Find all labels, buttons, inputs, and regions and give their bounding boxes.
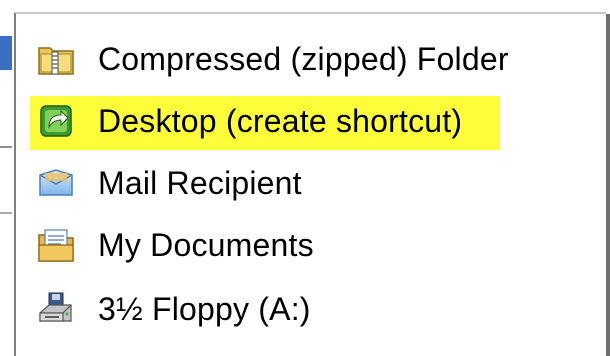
menu-item-label: Mail Recipient xyxy=(98,164,302,201)
menu-item-label: 3½ Floppy (A:) xyxy=(98,290,311,327)
my-documents-icon xyxy=(36,225,76,265)
zip-folder-icon xyxy=(36,39,76,79)
send-to-menu: Compressed (zipped) Folder Desktop (crea… xyxy=(14,12,610,356)
background-window xyxy=(0,0,14,356)
menu-item-compressed-folder[interactable]: Compressed (zipped) Folder xyxy=(36,30,509,88)
background-selection xyxy=(0,36,12,70)
background-divider xyxy=(0,146,12,148)
background-divider xyxy=(0,212,12,214)
screen: Compressed (zipped) Folder Desktop (crea… xyxy=(0,0,610,356)
mail-recipient-icon xyxy=(36,163,76,203)
menu-item-my-documents[interactable]: My Documents xyxy=(36,216,314,274)
menu-item-label: Compressed (zipped) Folder xyxy=(98,40,509,77)
desktop-shortcut-icon xyxy=(36,101,76,141)
menu-item-floppy-drive[interactable]: 3½ Floppy (A:) xyxy=(36,280,311,338)
menu-item-label: Desktop (create shortcut) xyxy=(98,102,463,139)
menu-item-label: My Documents xyxy=(98,226,314,263)
menu-item-mail-recipient[interactable]: Mail Recipient xyxy=(36,154,302,212)
menu-item-desktop-shortcut[interactable]: Desktop (create shortcut) xyxy=(30,92,500,150)
floppy-drive-icon xyxy=(36,289,76,329)
